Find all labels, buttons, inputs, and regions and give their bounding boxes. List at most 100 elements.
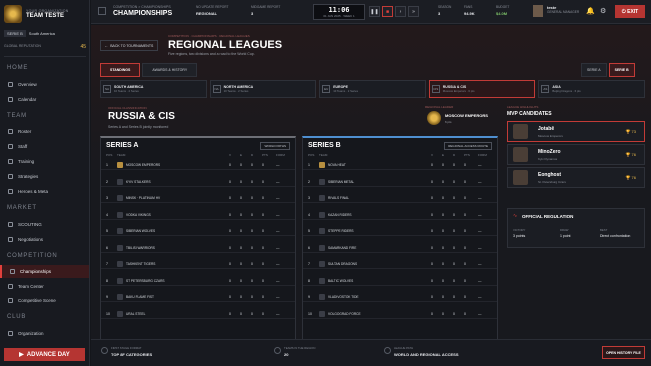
table-row[interactable]: 2 KYIV STALKERS 0 0 0 0 — [101,177,295,187]
mvp-player-card[interactable]: Eonghost St. Petersburg Czars 🏆 76 [507,167,645,188]
pause-button[interactable]: ❚❚ [369,6,380,17]
sidebar-item-calendar[interactable]: Calendar [0,93,89,106]
record-button[interactable]: ■ [382,6,393,17]
exit-label: EXIT [627,8,639,15]
sidebar-item-team-center[interactable]: Team Center [0,280,89,293]
section-subtitle: Five regions, two divisions and a road t… [168,52,255,56]
team-logo [4,5,22,23]
row-team-name: SULTAN DRAGONS [328,262,358,266]
player-photo [513,124,528,139]
user-avatar[interactable] [533,5,543,17]
speed-1-button[interactable]: › [395,6,406,17]
clock-date: 01 JAN 2025 · WEEK 1 [323,14,355,18]
team-crest-icon [319,261,325,267]
team-crest-icon [319,178,325,185]
sidebar-item-strategies[interactable]: Strategies [0,170,89,183]
table-row[interactable]: 6 SAMARKAND FIRE 0 0 0 0 — [303,243,497,253]
tab-serie-a[interactable]: SERIE A [581,63,607,77]
sidebar-item-organization[interactable]: Organization [0,327,89,340]
staff-icon [8,144,13,149]
regional-access-button[interactable]: REGIONAL ACCESS ROUTE [444,142,492,150]
tab-serie-b[interactable]: SERIE B [608,63,635,77]
table-row[interactable]: 7 TASHKENT TIGERS 0 0 0 0 — [101,259,295,269]
row-draws: 0 [442,295,444,299]
row-team-name: TBILISI WARRIORS [126,245,155,250]
mvp-player-card[interactable]: Jotabê Moscow Emperors 🏆 73 [507,121,645,142]
sidebar-item-heroes[interactable]: Heroes & Meta [0,185,89,198]
team-crest-icon [319,277,325,284]
stat-value: REGIONAL [196,11,218,16]
region-card-russia-cis[interactable]: CIS RUSSIA & CIS Moscow Emperors · 6 pts [428,80,536,98]
table-row[interactable]: 10 VOLGOGRAD FORCE 0 0 0 0 — [303,309,497,319]
play-icon: ▶ [19,352,24,358]
table-row[interactable]: 1 NOVA HEAT 0 0 0 0 — [303,160,497,170]
tab-awards-history[interactable]: AWARDS & HISTORY [142,63,198,77]
sidebar-item-negotiations[interactable]: Negotiations [0,233,89,246]
open-history-button[interactable]: OPEN HISTORY FILE [602,346,645,359]
row-points: 0 [464,262,466,266]
table-row[interactable]: 9 VLADIVOSTOK TIDE 0 0 0 0 — [303,292,497,302]
sidebar-item-competitive-scene[interactable]: Competitive Scene [0,294,89,307]
tab-standings[interactable]: STANDINGS [100,63,141,77]
trophy-icon [10,269,15,274]
row-team-name: STEPPE RIDERS [328,229,354,233]
table-row[interactable]: 4 VODKA VIKINGS 0 0 0 0 — [101,210,295,220]
sidebar-item-roster[interactable]: Roster [0,125,89,138]
row-draws: 0 [442,262,444,266]
table-row[interactable]: 6 TBILISI WARRIORS 0 0 0 0 — [101,243,295,253]
row-form: — [276,212,280,217]
table-row[interactable]: 9 BAKU FLAME FIST 0 0 0 0 — [101,292,295,302]
bell-icon[interactable]: 🔔 [586,7,595,15]
leader-label: REGIONAL LEADER [425,105,454,109]
table-row[interactable]: 3 RIVALS FINAL 0 0 0 0 — [303,193,497,203]
row-form: — [478,179,482,184]
table-row[interactable]: 1 MOSCOW EMPERORS 0 0 0 0 — [101,160,295,170]
team-crest-icon [117,261,123,267]
exit-button[interactable]: ⏻ EXIT [615,5,645,18]
team-crest-icon [117,162,123,168]
mvp-player-card[interactable]: MinoZero Kyiv Dynamos 🏆 76 [507,144,645,165]
row-draws: 0 [240,163,242,167]
menu-icon[interactable] [98,7,106,15]
sidebar-item-championships[interactable]: Championships [0,265,89,278]
header-wins: V [431,153,434,157]
score-value: 76 [631,175,636,180]
row-wins: 0 [431,311,433,316]
advance-day-button[interactable]: ▶ ADVANCE DAY [4,348,85,361]
table-row[interactable]: 4 KAZAN RIDERS 0 0 0 0 — [303,210,497,220]
table-row[interactable]: 3 MINSK · PLATINUM HV 0 0 0 0 — [101,193,295,203]
region-code: CIS [431,85,440,93]
breadcrumb: COMPETITION > CHAMPIONSHIPS [113,5,171,9]
row-losses: 0 [453,212,455,217]
table-row[interactable]: 5 STEPPE RIDERS 0 0 0 0 — [303,226,497,236]
gear-icon[interactable]: ⚙ [600,7,606,15]
region-card-europe[interactable]: EU EUROPE 10 Teams · 2 Series [319,80,426,98]
speed-2-button[interactable]: » [408,6,419,17]
table-row[interactable]: 10 URAL STEEL 0 0 0 0 — [101,309,295,319]
rule-label: DRAW [560,228,569,232]
row-position: 4 [106,212,108,217]
region-card-south-america[interactable]: SA SOUTH AMERICA 10 Teams · 2 Series [100,80,207,98]
row-losses: 0 [453,311,455,316]
table-row[interactable]: 2 SIBERIAN METAL 0 0 0 0 — [303,177,497,187]
table-row[interactable]: 8 BALTIC WOLVES 0 0 0 0 — [303,276,497,286]
row-losses: 0 [453,179,455,184]
region-card-north-america[interactable]: NA NORTH AMERICA 10 Teams · 2 Series [209,80,317,98]
row-draws: 0 [442,196,444,200]
header-team: TEAM [117,153,126,157]
section-market: MARKET [7,205,37,211]
sidebar-item-overview[interactable]: Overview [0,78,89,91]
world-paths-button[interactable]: WORLD PATHS [260,142,290,150]
region-subtitle: Series A and Series B jointly monitored [108,125,169,129]
reputation: GLOBAL REPUTATION 45 [4,44,86,50]
table-row[interactable]: 8 ST PETERSBURG CZARS 0 0 0 0 — [101,276,295,286]
region-card-asia[interactable]: AS ASIA Beijing Dragons · 6 pts [538,80,645,98]
table-row[interactable]: 7 SULTAN DRAGONS 0 0 0 0 — [303,259,497,269]
sidebar-item-scouting[interactable]: SCOUTING [0,218,89,231]
sidebar-item-staff[interactable]: Staff [0,140,89,153]
row-wins: 0 [431,278,433,283]
team-header: YOUR ORGANIZATION TEAM TESTE [4,5,69,23]
back-to-tournaments-button[interactable]: ← BACK TO TOURNAMENTS [100,40,158,51]
sidebar-item-training[interactable]: Training [0,155,89,168]
table-row[interactable]: 5 SIBERIAN WOLVES 0 0 0 0 — [101,226,295,236]
